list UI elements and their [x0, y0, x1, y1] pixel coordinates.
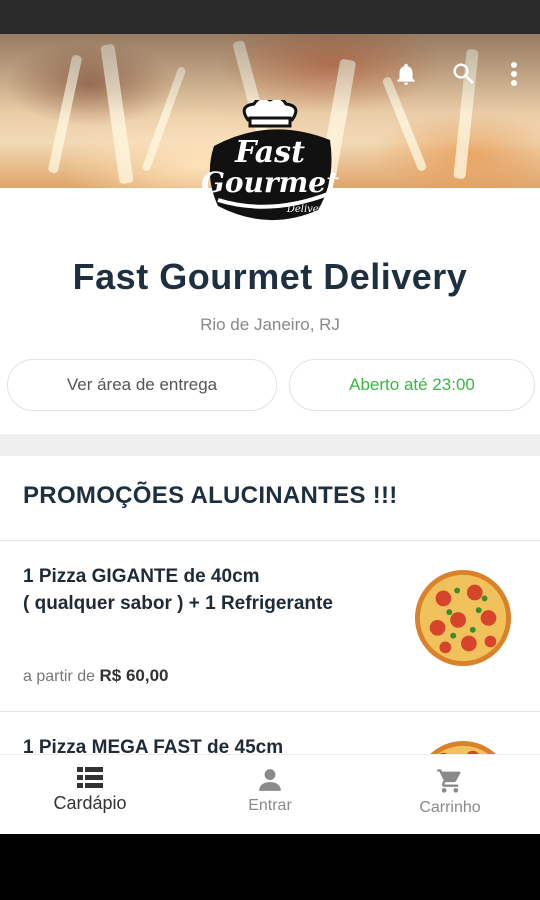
opening-hours-badge[interactable]: Aberto até 23:00 [289, 359, 535, 411]
system-navigation-bar [0, 834, 540, 900]
logo-text-delivery: Delivery [286, 204, 330, 215]
product-price: R$ 60,00 [99, 666, 169, 685]
product-name-line: 1 Pizza GIGANTE de 40cm [23, 566, 260, 587]
product-name: 1 Pizza GIGANTE de 40cm ( qualquer sabor… [23, 563, 403, 617]
bell-icon[interactable] [390, 58, 422, 90]
store-logo: Fast Gourmet Delivery [201, 100, 339, 221]
section-spacer [0, 434, 540, 456]
logo-text-gourmet: Gourmet [201, 166, 339, 199]
pizza-image [430, 740, 496, 754]
product-price-row: a partir de R$ 60,00 [23, 666, 169, 686]
nav-label: Cardápio [53, 793, 127, 813]
pizza-image [414, 569, 512, 667]
header-actions [390, 58, 522, 90]
status-bar [0, 0, 540, 34]
cart-icon [437, 769, 461, 793]
logo-text-fast: Fast [234, 135, 305, 170]
nav-label: Carrinho [419, 799, 481, 816]
store-location: Rio de Janeiro, RJ [200, 315, 340, 334]
product-name: 1 Pizza MEGA FAST de 45cm [23, 734, 403, 754]
app-screen: Fast Gourmet Delivery Fast Gourmet Deliv… [0, 34, 540, 834]
price-prefix: a partir de [23, 668, 96, 685]
more-vert-icon[interactable] [506, 58, 522, 90]
nav-tab-carrinho[interactable]: Carrinho [360, 755, 540, 834]
nav-tab-cardapio[interactable]: Cardápio [0, 755, 180, 834]
product-name-line: 1 Pizza MEGA FAST de 45cm [23, 737, 284, 754]
product-item[interactable]: 1 Pizza GIGANTE de 40cm ( qualquer sabor… [0, 541, 540, 711]
person-icon [259, 769, 281, 791]
menu-list-icon [77, 767, 103, 788]
product-item[interactable]: 1 Pizza MEGA FAST de 45cm [0, 712, 540, 754]
delivery-area-button[interactable]: Ver área de entrega [7, 359, 277, 411]
store-name: Fast Gourmet Delivery [72, 256, 468, 297]
nav-label: Entrar [248, 797, 292, 814]
search-icon[interactable] [448, 58, 480, 90]
bottom-navigation: Cardápio Entrar Carrinho [0, 754, 540, 834]
nav-tab-entrar[interactable]: Entrar [180, 755, 360, 834]
product-name-line: ( qualquer sabor ) + 1 Refrigerante [23, 593, 333, 614]
section-title: PROMOÇÕES ALUCINANTES !!! [23, 482, 398, 509]
